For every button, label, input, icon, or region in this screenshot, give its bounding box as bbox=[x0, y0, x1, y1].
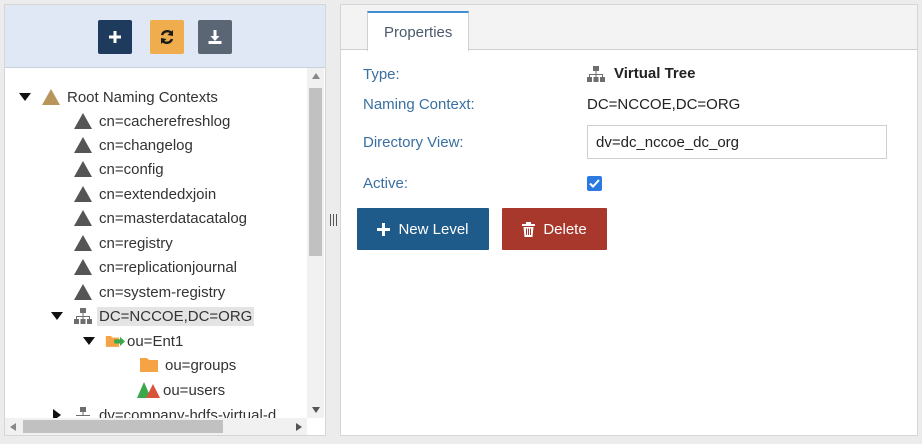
active-label: Active: bbox=[363, 175, 409, 192]
add-button[interactable] bbox=[98, 20, 132, 54]
triangle-icon bbox=[73, 257, 93, 277]
tree-node[interactable]: ou=groups bbox=[139, 354, 238, 376]
tree-node[interactable]: dv=company-hdfs-virtual-d bbox=[51, 404, 278, 418]
active-checkbox[interactable] bbox=[587, 176, 602, 191]
triangle-icon bbox=[41, 87, 61, 107]
tab-properties[interactable]: Properties bbox=[367, 11, 470, 51]
tree-node[interactable]: ou=users bbox=[137, 379, 227, 401]
tree-node-label: cn=replicationjournal bbox=[99, 258, 238, 276]
triangle-icon bbox=[73, 135, 93, 155]
type-value-text: Virtual Tree bbox=[614, 65, 696, 82]
naming-context-tree: Root Naming Contexts cn=cacherefreshlog … bbox=[5, 68, 305, 418]
trash-icon bbox=[522, 221, 536, 237]
type-value: Virtual Tree bbox=[587, 65, 695, 82]
vertical-scrollbar[interactable] bbox=[307, 68, 324, 418]
panel-splitter[interactable] bbox=[326, 4, 340, 436]
directory-view-label: Directory View: bbox=[363, 134, 464, 151]
tree-node[interactable]: cn=extendedxjoin bbox=[73, 183, 218, 205]
tree-panel: Root Naming Contexts cn=cacherefreshlog … bbox=[4, 4, 326, 436]
check-icon bbox=[589, 179, 600, 188]
tree-node-label: ou=Ent1 bbox=[127, 332, 184, 350]
scroll-left-icon[interactable] bbox=[5, 418, 21, 435]
tree-node-label: ou=users bbox=[163, 381, 226, 399]
naming-context-value: DC=NCCOE,DC=ORG bbox=[587, 96, 741, 113]
tree-node-label: cn=masterdatacatalog bbox=[99, 209, 248, 227]
triangle-icon bbox=[73, 111, 93, 131]
tree-node-label: cn=registry bbox=[99, 234, 173, 252]
chevron-down-icon[interactable] bbox=[51, 310, 63, 322]
new-level-label: New Level bbox=[398, 220, 469, 238]
tab-bar: Properties bbox=[341, 5, 917, 51]
scroll-down-icon[interactable] bbox=[307, 402, 324, 418]
download-button[interactable] bbox=[198, 20, 232, 54]
naming-context-label: Naming Context: bbox=[363, 96, 475, 113]
horizontal-scrollbar[interactable] bbox=[5, 418, 307, 435]
folder-arrow-icon bbox=[105, 331, 125, 351]
hierarchy-icon bbox=[73, 306, 93, 326]
triangle-icon bbox=[73, 282, 93, 302]
tree-node[interactable]: cn=registry bbox=[73, 232, 175, 254]
tree-node-label: ou=groups bbox=[165, 356, 237, 374]
type-label: Type: bbox=[363, 66, 400, 83]
hierarchy-icon bbox=[73, 405, 93, 418]
plus-icon bbox=[377, 222, 391, 236]
tree-node-label: cn=changelog bbox=[99, 136, 193, 154]
properties-panel: Properties Type: Virtual Tree Naming Con… bbox=[340, 4, 918, 436]
tree-toolbar bbox=[5, 5, 325, 68]
refresh-icon bbox=[160, 30, 174, 44]
multi-triangle-icon bbox=[137, 380, 161, 400]
tree-node-label: cn=system-registry bbox=[99, 283, 226, 301]
tree-node[interactable]: cn=changelog bbox=[73, 134, 195, 156]
download-icon bbox=[208, 30, 222, 44]
hierarchy-icon bbox=[587, 65, 605, 82]
chevron-right-icon[interactable] bbox=[51, 409, 63, 418]
tree-node[interactable]: cn=replicationjournal bbox=[73, 256, 239, 278]
triangle-icon bbox=[73, 233, 93, 253]
vertical-scroll-thumb[interactable] bbox=[309, 88, 322, 256]
tree-node-label: cn=config bbox=[99, 160, 164, 178]
tree-node-label: DC=NCCOE,DC=ORG bbox=[97, 306, 255, 326]
tree-node[interactable]: cn=masterdatacatalog bbox=[73, 207, 249, 229]
tree-node-label: dv=company-hdfs-virtual-d bbox=[99, 406, 277, 419]
tree-node[interactable]: cn=system-registry bbox=[73, 281, 227, 303]
tree-node[interactable]: ou=Ent1 bbox=[83, 330, 185, 352]
horizontal-scroll-thumb[interactable] bbox=[23, 420, 223, 433]
delete-button[interactable]: Delete bbox=[502, 208, 607, 250]
tree-node-selected[interactable]: DC=NCCOE,DC=ORG bbox=[51, 305, 255, 327]
grip-icon bbox=[329, 214, 337, 226]
scroll-up-icon[interactable] bbox=[307, 68, 324, 84]
refresh-button[interactable] bbox=[150, 20, 184, 54]
tree-node-root[interactable]: Root Naming Contexts bbox=[19, 86, 220, 108]
tree-node-label: cn=cacherefreshlog bbox=[99, 112, 231, 130]
tree-node-label: Root Naming Contexts bbox=[67, 88, 218, 106]
triangle-icon bbox=[73, 159, 93, 179]
triangle-icon bbox=[73, 208, 93, 228]
plus-icon bbox=[109, 31, 121, 43]
tree-node-label: cn=extendedxjoin bbox=[99, 185, 217, 203]
new-level-button[interactable]: New Level bbox=[357, 208, 489, 250]
directory-view-input[interactable] bbox=[587, 125, 887, 159]
tree-node[interactable]: cn=cacherefreshlog bbox=[73, 110, 232, 132]
scroll-right-icon[interactable] bbox=[291, 418, 307, 435]
tree-node[interactable]: cn=config bbox=[73, 158, 166, 180]
triangle-icon bbox=[73, 184, 93, 204]
folder-icon bbox=[139, 355, 159, 375]
chevron-down-icon[interactable] bbox=[83, 335, 95, 347]
delete-label: Delete bbox=[543, 220, 587, 238]
chevron-down-icon[interactable] bbox=[19, 91, 31, 103]
